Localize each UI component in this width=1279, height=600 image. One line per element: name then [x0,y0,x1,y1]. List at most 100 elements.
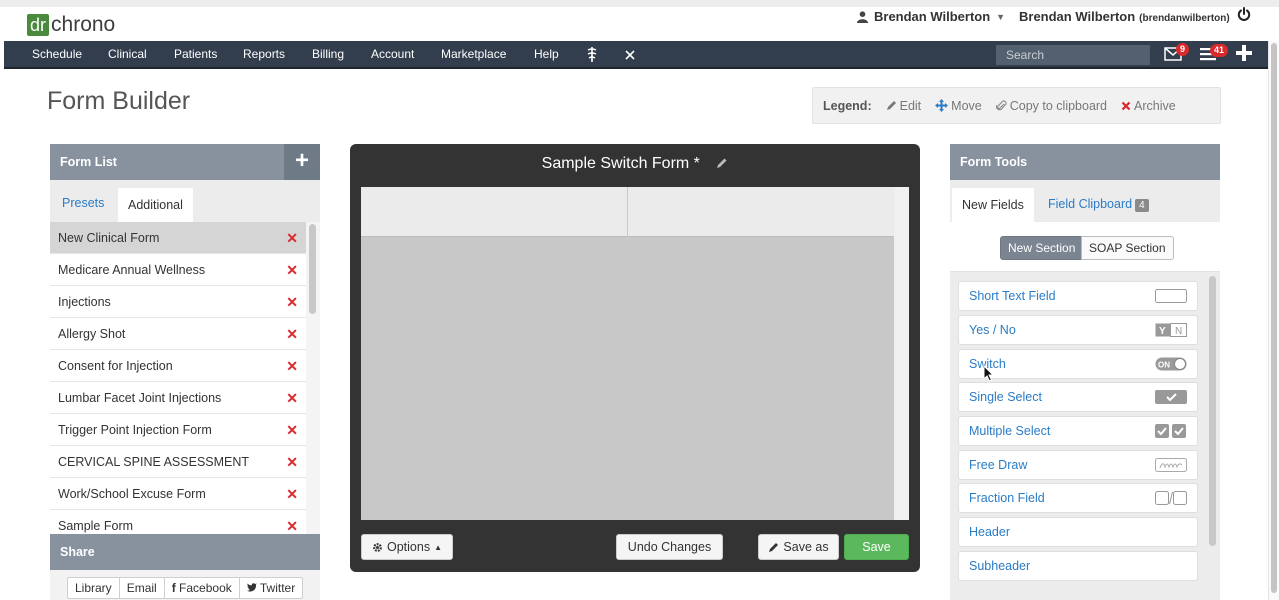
form-name: Consent for Injection [58,359,173,373]
form-list-scrollbar[interactable] [306,222,320,535]
new-section-button[interactable]: New Section [1000,236,1084,260]
caduceus-icon[interactable] [586,46,598,63]
delete-x-icon[interactable]: ✕ [286,414,298,446]
delete-x-icon[interactable]: ✕ [286,446,298,478]
legend-box: Legend: Edit Move Copy to clipboard Arch… [812,87,1221,124]
list-item[interactable]: Trigger Point Injection Form ✕ [50,414,306,446]
form-name: Lumbar Facet Joint Injections [58,391,222,405]
form-name: New Clinical Form [58,231,160,245]
share-twitter-button[interactable]: Twitter [240,578,302,598]
form-name: Trigger Point Injection Form [58,423,212,437]
share-library-button[interactable]: Library [68,578,120,598]
undo-label: Undo Changes [627,540,712,554]
tab-presets[interactable]: Presets [52,188,114,218]
undo-changes-button[interactable]: Undo Changes [616,534,723,560]
share-email-button[interactable]: Email [120,578,165,598]
field-short-text[interactable]: Short Text Field [958,281,1198,311]
list-item[interactable]: Lumbar Facet Joint Injections ✕ [50,382,306,414]
facebook-icon: f [171,581,176,595]
paperclip-icon [995,99,1007,110]
field-yes-no[interactable]: Yes / No YN [958,315,1198,345]
delete-x-icon[interactable]: ✕ [286,478,298,510]
legend-archive-label: Archive [1134,98,1176,113]
svg-text:ON: ON [1158,361,1170,370]
user-menu[interactable]: Brendan Wilberton ▼ [857,9,1005,24]
field-fraction[interactable]: Fraction Field [958,483,1198,513]
list-item[interactable]: CERVICAL SPINE ASSESSMENT ✕ [50,446,306,478]
legend-move: Move [935,99,982,113]
tab-field-clipboard[interactable]: Field Clipboard 4 [1038,188,1159,220]
legend-copy: Copy to clipboard [995,99,1107,113]
field-label: Yes / No [969,323,1016,337]
field-multiple-select[interactable]: Multiple Select [958,416,1198,446]
nav-billing[interactable]: Billing [312,47,344,61]
field-label: Fraction Field [969,491,1045,505]
field-single-select[interactable]: Single Select [958,382,1198,412]
soap-section-button[interactable]: SOAP Section [1081,236,1174,260]
save-button[interactable]: Save [844,534,909,560]
drchrono-logo[interactable]: dr chrono [27,13,115,37]
list-item[interactable]: Medicare Annual Wellness ✕ [50,254,306,286]
field-subheader[interactable]: Subheader [958,551,1198,581]
single-select-icon [1155,390,1187,404]
close-icon[interactable] [624,49,636,61]
archive-x-icon [1121,101,1131,110]
save-as-button[interactable]: Save as [758,534,839,560]
list-item[interactable]: New Clinical Form ✕ [50,222,306,254]
svg-text:N: N [1175,326,1182,337]
nav-reports[interactable]: Reports [243,47,285,61]
form-name: Sample Form [58,519,134,533]
list-item[interactable]: Allergy Shot ✕ [50,318,306,350]
power-icon[interactable] [1236,6,1252,22]
add-form-button[interactable]: + [284,144,320,180]
delete-x-icon[interactable]: ✕ [286,510,298,535]
delete-x-icon[interactable]: ✕ [286,350,298,382]
list-item[interactable]: Injections ✕ [50,286,306,318]
nav-patients[interactable]: Patients [174,47,217,61]
field-label: Free Draw [969,458,1028,472]
form-list: New Clinical Form ✕ Medicare Annual Welln… [50,222,306,535]
legend-edit: Edit [886,99,921,113]
search-input[interactable] [996,45,1150,65]
field-label: Short Text Field [969,289,1056,303]
logo-dr: dr [27,14,50,36]
delete-x-icon[interactable]: ✕ [286,318,298,350]
delete-x-icon[interactable]: ✕ [286,286,298,318]
form-title[interactable]: Sample Switch Form * [542,155,700,172]
list-item[interactable]: Work/School Excuse Form ✕ [50,478,306,510]
list-item[interactable]: Sample Form ✕ [50,510,306,535]
caret-up-icon: ▲ [434,542,442,552]
nav-account[interactable]: Account [371,47,414,61]
form-list-scrollbar-thumb[interactable] [309,224,316,314]
form-tools-scrollbar-thumb[interactable] [1209,276,1216,546]
user-account[interactable]: Brendan Wilberton (brendanwilberton) [1019,9,1230,24]
share-facebook-button[interactable]: f Facebook [165,578,240,598]
delete-x-icon[interactable]: ✕ [286,382,298,414]
options-button[interactable]: Options ▲ [361,534,453,560]
pencil-icon [769,542,779,552]
save-as-label: Save as [783,540,829,554]
messages-badge: 9 [1176,43,1190,56]
form-list-tabs: Presets Additional [50,180,320,228]
field-header[interactable]: Header [958,517,1198,547]
nav-marketplace[interactable]: Marketplace [441,47,506,61]
save-label: Save [862,540,891,554]
list-item[interactable]: Consent for Injection ✕ [50,350,306,382]
twitter-label: Twitter [259,581,296,595]
pencil-icon[interactable] [716,157,728,169]
form-tools-scrollbar[interactable] [1206,276,1218,581]
canvas-scrollbar[interactable] [894,187,909,520]
page-scrollbar[interactable] [1268,41,1279,600]
page-scrollbar-thumb[interactable] [1271,43,1277,593]
delete-x-icon[interactable]: ✕ [286,254,298,286]
caret-down-icon: ▼ [996,11,1006,22]
options-label: Options [386,540,431,554]
delete-x-icon[interactable]: ✕ [286,222,298,254]
toggle-switch-icon: ON [1155,357,1187,371]
nav-help[interactable]: Help [534,47,559,61]
share-header: Share [50,534,320,570]
field-free-draw[interactable]: Free Draw [958,450,1198,480]
add-plus-icon[interactable] [1236,45,1252,61]
nav-schedule[interactable]: Schedule [32,47,82,61]
nav-clinical[interactable]: Clinical [108,47,147,61]
